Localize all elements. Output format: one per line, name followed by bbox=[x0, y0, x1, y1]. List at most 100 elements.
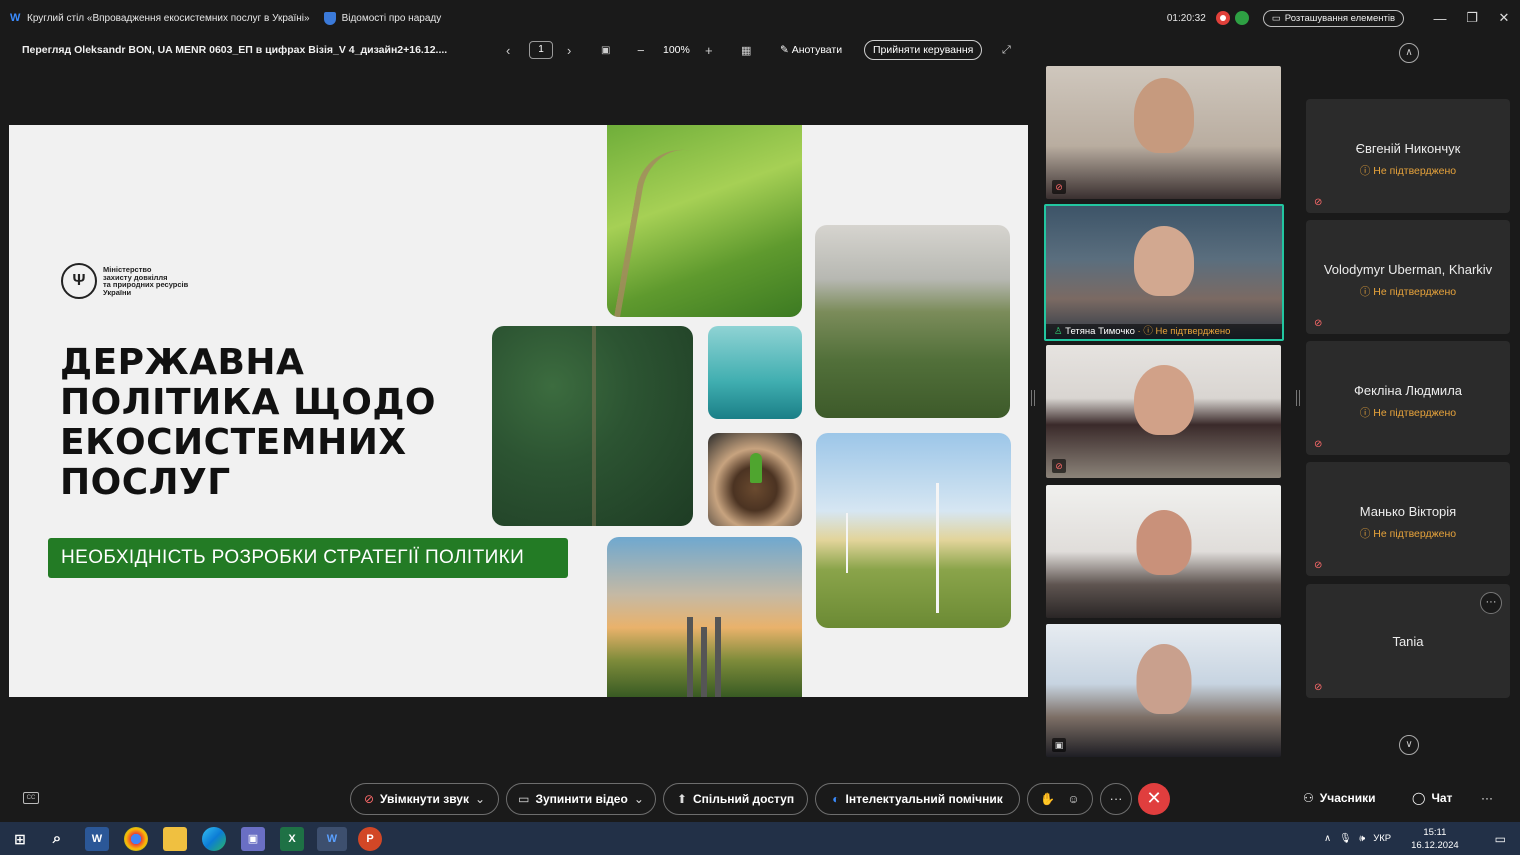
grid-view-icon[interactable]: ▦ bbox=[741, 44, 751, 57]
participant-name: Фекліна Людмила bbox=[1353, 383, 1463, 398]
participant-card[interactable]: Манько Вікторія ⓘ Не підтверджено ⊘ bbox=[1306, 462, 1510, 576]
share-button[interactable]: ⬆ Спільний доступ bbox=[663, 783, 808, 815]
video-tile-active-speaker[interactable]: ♙ Тетяна Тимочко · ⓘ Не підтверджено bbox=[1044, 204, 1284, 341]
participant-video bbox=[1133, 78, 1194, 153]
minimize-button[interactable]: — bbox=[1424, 11, 1456, 26]
annotate-button[interactable]: ✎ Анотувати bbox=[780, 44, 842, 56]
mic-muted-icon: ⊘ bbox=[1314, 560, 1323, 571]
wind-turbines-photo bbox=[816, 433, 1011, 628]
unverified-text: Не підтверджено bbox=[1373, 286, 1457, 298]
word-icon[interactable]: W bbox=[85, 827, 109, 851]
clock[interactable]: 15:11 16.12.2024 bbox=[1411, 826, 1459, 852]
video-tile[interactable]: ▣ bbox=[1046, 624, 1281, 757]
participants-button[interactable]: ⚇ Учасники bbox=[1303, 791, 1376, 805]
microphone-icon[interactable]: 🎙 bbox=[1339, 833, 1351, 844]
search-icon[interactable]: ⌕ bbox=[45, 827, 69, 851]
page-number-input[interactable]: 1 bbox=[529, 41, 553, 59]
share-label: Спільний доступ bbox=[692, 792, 795, 806]
video-tile[interactable]: ⊘ bbox=[1046, 345, 1281, 478]
unmute-label: Увімкнути звук bbox=[380, 792, 469, 806]
clock-time: 15:11 bbox=[1423, 826, 1447, 838]
mic-muted-icon: ⊘ bbox=[1314, 197, 1323, 208]
share-screen-icon: ⬆ bbox=[676, 792, 687, 806]
edge-icon[interactable] bbox=[202, 827, 226, 851]
participant-video bbox=[1133, 365, 1194, 435]
chat-button[interactable]: ◯ Чат bbox=[1412, 791, 1452, 805]
mic-icon: ♙ bbox=[1054, 326, 1063, 337]
close-button[interactable]: ✕ bbox=[1488, 10, 1520, 26]
restore-button[interactable]: ❐ bbox=[1456, 10, 1488, 26]
raise-hand-icon[interactable]: ✋ bbox=[1040, 792, 1055, 806]
video-tile[interactable] bbox=[1046, 485, 1281, 618]
unmute-button[interactable]: ⊘ Увімкнути звук ⌄ bbox=[350, 783, 499, 815]
participant-card[interactable]: Євгеній Никончук ⓘ Не підтверджено ⊘ bbox=[1306, 99, 1510, 213]
view-mode-icon[interactable]: ▣ bbox=[601, 45, 610, 56]
prev-page-button[interactable]: ‹ bbox=[506, 43, 510, 58]
zoom-out-button[interactable]: − bbox=[637, 43, 645, 58]
webex-taskbar-icon[interactable]: W bbox=[317, 827, 347, 851]
forest-aerial-photo bbox=[492, 326, 693, 526]
shared-slide: Ψ Міністерство захисту довкілля та приро… bbox=[9, 125, 1028, 697]
stop-video-button[interactable]: ▭ Зупинити відео ⌄ bbox=[506, 783, 656, 815]
slide-title-line: ПОСЛУГ bbox=[60, 462, 231, 503]
scroll-down-button[interactable]: ∨ bbox=[1399, 735, 1419, 755]
participant-name: Тетяна Тимочко bbox=[1065, 326, 1135, 337]
shield-icon[interactable] bbox=[323, 11, 336, 25]
recording-icon[interactable] bbox=[1215, 11, 1230, 25]
mic-muted-icon: ⊘ bbox=[1314, 318, 1323, 329]
reactions-group[interactable]: ✋ ☺ bbox=[1027, 783, 1093, 815]
unverified-status: · ⓘ Не підтверджено bbox=[1137, 326, 1231, 337]
unverified-text: Не підтверджено bbox=[1373, 165, 1457, 177]
layout-button[interactable]: ▭ Розташування елементів bbox=[1262, 9, 1404, 27]
powerpoint-icon[interactable]: P bbox=[358, 827, 382, 851]
video-tile[interactable]: ⊘ bbox=[1046, 66, 1281, 199]
ministry-logo: Ψ Міністерство захисту довкілля та приро… bbox=[61, 263, 188, 299]
tray-overflow-icon[interactable]: ∧ bbox=[1324, 833, 1331, 844]
more-options-button[interactable]: ··· bbox=[1100, 783, 1132, 815]
chevron-down-icon[interactable]: ⌄ bbox=[634, 792, 644, 806]
overflow-menu-button[interactable]: ··· bbox=[1481, 791, 1493, 805]
pen-icon: ✎ bbox=[780, 44, 789, 56]
save-app-icon[interactable]: ▣ bbox=[241, 827, 265, 851]
scroll-up-button[interactable]: ∧ bbox=[1399, 43, 1419, 63]
start-icon[interactable]: ⊞ bbox=[8, 827, 32, 851]
unverified-status: ⓘ Не підтверджено bbox=[1359, 286, 1457, 298]
next-page-button[interactable]: › bbox=[567, 43, 571, 58]
network-health-icon[interactable] bbox=[1234, 11, 1249, 25]
zoom-in-button[interactable]: + bbox=[705, 43, 713, 58]
camera-icon: ▭ bbox=[518, 792, 530, 806]
participant-video bbox=[1134, 226, 1194, 296]
file-explorer-icon[interactable] bbox=[163, 827, 187, 851]
meeting-title: W Круглий стіл «Впровадження екосистемни… bbox=[10, 13, 310, 24]
reactions-icon[interactable]: ☺ bbox=[1067, 792, 1079, 806]
excel-icon[interactable]: X bbox=[280, 827, 304, 851]
participant-card[interactable]: Фекліна Людмила ⓘ Не підтверджено ⊘ bbox=[1306, 341, 1510, 455]
participant-video bbox=[1136, 510, 1191, 575]
meadow-path-photo bbox=[607, 125, 802, 317]
chevron-down-icon[interactable]: ⌄ bbox=[475, 792, 485, 806]
mountains-photo bbox=[815, 225, 1010, 418]
participant-card[interactable]: ··· Tania ⊘ bbox=[1306, 584, 1510, 698]
viewer-toolbar: Перегляд Oleksandr BON, UA MENR 0603_ЕП … bbox=[0, 36, 1030, 64]
mic-muted-icon: ⊘ bbox=[363, 792, 374, 806]
volume-icon[interactable]: 🕪 bbox=[1359, 833, 1365, 844]
meeting-info-link[interactable]: Відомості про нараду bbox=[342, 13, 442, 24]
layout-button-label: Розташування елементів bbox=[1284, 12, 1395, 24]
resize-handle[interactable] bbox=[1296, 390, 1300, 406]
zoom-level: 100% bbox=[663, 44, 690, 56]
screen-share-icon: ▣ bbox=[1052, 738, 1066, 752]
resize-handle[interactable] bbox=[1031, 390, 1035, 406]
fullscreen-icon[interactable]: ⤢ bbox=[1002, 44, 1011, 57]
captions-icon[interactable]: CC bbox=[23, 792, 39, 804]
notifications-icon[interactable]: ▭ bbox=[1495, 832, 1506, 846]
unverified-status: ⓘ Не підтверджено bbox=[1359, 165, 1457, 177]
end-call-button[interactable]: ✕ bbox=[1138, 783, 1170, 815]
participant-card[interactable]: Volodymyr Uberman, Kharkiv ⓘ Не підтверд… bbox=[1306, 220, 1510, 334]
more-options-button[interactable]: ··· bbox=[1480, 592, 1502, 614]
chrome-icon[interactable] bbox=[124, 827, 148, 851]
chat-label: Чат bbox=[1431, 791, 1453, 805]
language-indicator[interactable]: УКР bbox=[1373, 833, 1391, 844]
ai-assistant-button[interactable]: ◐ Інтелектуальний помічник bbox=[815, 783, 1020, 815]
participant-name: Volodymyr Uberman, Kharkiv bbox=[1323, 262, 1493, 277]
take-control-button[interactable]: Прийняти керування bbox=[864, 40, 983, 60]
